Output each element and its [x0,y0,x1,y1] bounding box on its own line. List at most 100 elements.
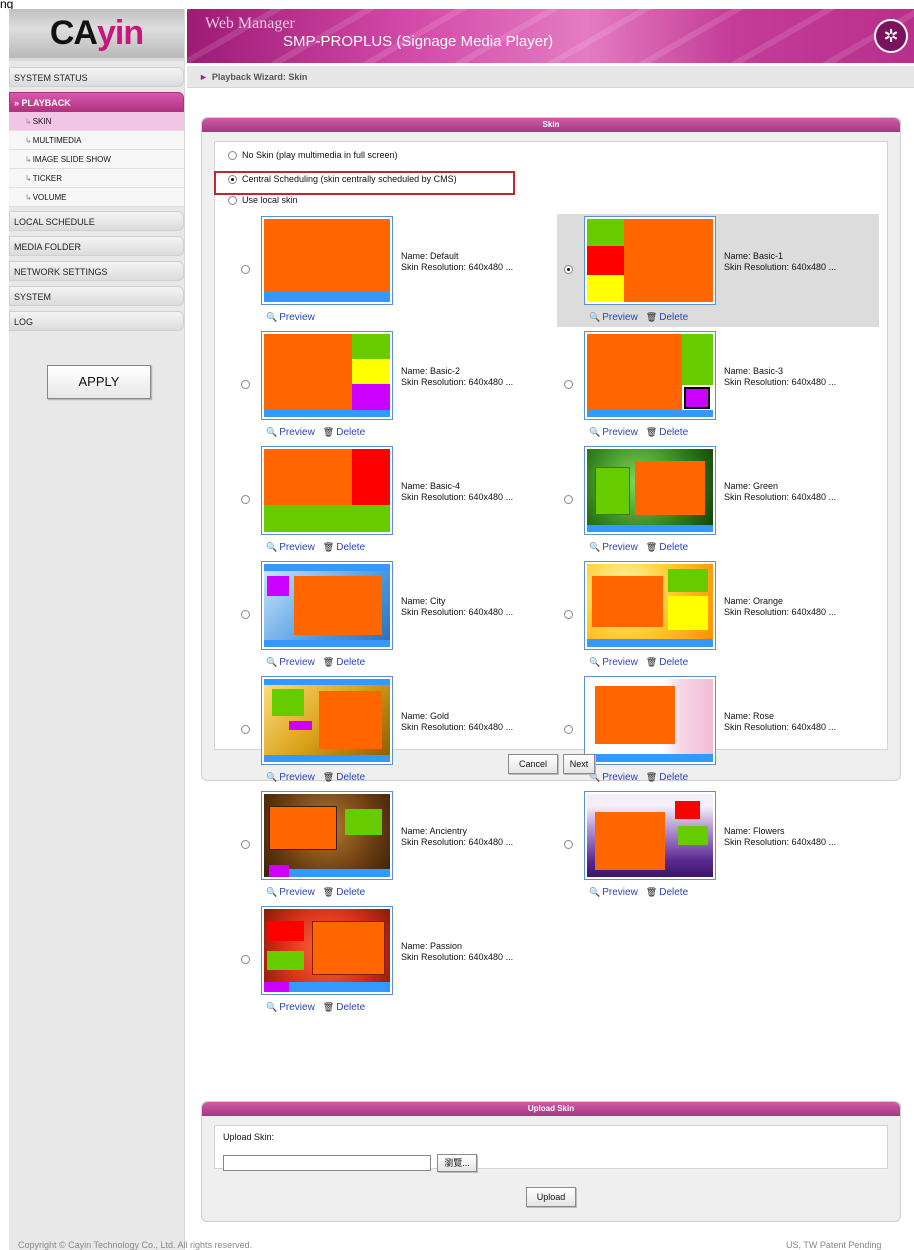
skin-info: Name: Basic-2 Skin Resolution: 640x480 .… [401,366,513,388]
sidebar-item-media-folder[interactable]: MEDIA FOLDER [9,236,184,256]
preview-link[interactable]: Preview [279,542,315,553]
skin-radio[interactable] [564,610,573,619]
skin-thumbnail[interactable] [261,561,393,650]
delete-link[interactable]: Delete [336,1002,365,1013]
delete-link[interactable]: Delete [336,542,365,553]
option-local-skin[interactable]: Use local skin [228,195,298,205]
skin-name-prefix: Name: [724,711,751,721]
skin-name-prefix: Name: [724,251,751,261]
preview-link[interactable]: Preview [602,542,638,553]
skin-resolution: Skin Resolution: 640x480 ... [724,492,837,502]
breadcrumb-arrow-icon: ► [199,72,208,82]
skin-thumbnail[interactable] [261,331,393,420]
skin-thumbnail[interactable] [261,446,393,535]
sidebar-sub-ticker[interactable]: ↳TICKER [9,169,184,188]
sidebar-sub-image-slide-show[interactable]: ↳IMAGE SLIDE SHOW [9,150,184,169]
trash-icon: 🗑 [645,542,658,552]
preview-icon: 🔍 [589,657,601,667]
header-banner: Web Manager SMP-PROPLUS (Signage Media P… [187,9,914,63]
skin-radio[interactable] [564,495,573,504]
preview-link[interactable]: Preview [279,312,315,323]
skin-thumbnail[interactable] [584,791,716,880]
delete-link[interactable]: Delete [336,887,365,898]
delete-link[interactable]: Delete [659,542,688,553]
preview-link[interactable]: Preview [279,427,315,438]
sidebar-sub-skin[interactable]: ↳SKIN [9,112,184,131]
skin-radio[interactable] [241,380,250,389]
skin-name: Green [753,481,779,491]
sidebar-item-network-settings[interactable]: NETWORK SETTINGS [9,261,184,281]
option-no-skin[interactable]: No Skin (play multimedia in full screen) [228,150,398,160]
sidebar-item-log[interactable]: LOG [9,311,184,331]
skin-thumbnail[interactable] [584,446,716,535]
skin-thumbnail[interactable] [261,216,393,305]
skin-actions: 🔍 Preview 🗑 Delete [266,542,365,553]
skin-actions: 🔍 Preview 🗑 Delete [589,772,688,783]
sidebar-sub-volume[interactable]: ↳VOLUME [9,188,184,207]
preview-link[interactable]: Preview [279,1002,315,1013]
skin-radio[interactable] [564,840,573,849]
skin-name: Basic-1 [753,251,784,261]
delete-link[interactable]: Delete [659,312,688,323]
skin-radio[interactable] [241,840,250,849]
preview-icon: 🔍 [266,542,278,552]
delete-link[interactable]: Delete [659,657,688,668]
sidebar-sub-multimedia[interactable]: ↳MULTIMEDIA [9,131,184,150]
skin-panel-title: Skin [202,118,900,132]
breadcrumb: ► Playback Wizard: Skin [187,66,914,88]
skin-name-prefix: Name: [724,366,751,376]
no-skin-radio[interactable] [228,150,237,160]
upload-file-input[interactable] [223,1155,431,1171]
cancel-button[interactable]: Cancel [508,754,558,774]
skin-radio[interactable] [241,955,250,964]
sidebar-item-system[interactable]: SYSTEM [9,286,184,306]
preview-link[interactable]: Preview [279,772,315,783]
skin-thumbnail[interactable] [584,216,716,305]
preview-link[interactable]: Preview [602,427,638,438]
apply-button[interactable]: APPLY [47,365,151,399]
delete-link[interactable]: Delete [336,772,365,783]
skin-radio[interactable] [241,725,250,734]
skin-radio[interactable] [564,265,573,274]
sidebar-item-system-status[interactable]: SYSTEM STATUS [9,67,184,87]
sub-arrow-icon: ↳ [25,136,32,145]
skin-radio[interactable] [241,495,250,504]
upload-button[interactable]: Upload [526,1187,576,1207]
skin-radio[interactable] [241,265,250,274]
skin-radio[interactable] [241,610,250,619]
skin-thumbnail[interactable] [261,676,393,765]
delete-link[interactable]: Delete [336,427,365,438]
delete-link[interactable]: Delete [659,772,688,783]
skin-thumbnail[interactable] [584,676,716,765]
local-skin-radio[interactable] [228,195,237,205]
preview-link[interactable]: Preview [279,887,315,898]
skin-info: Name: Gold Skin Resolution: 640x480 ... [401,711,513,733]
skin-thumbnail[interactable] [261,906,393,995]
central-scheduling-radio[interactable] [228,174,237,184]
next-button[interactable]: Next [563,754,595,774]
skin-resolution: Skin Resolution: 640x480 ... [401,722,514,732]
skin-thumbnail[interactable] [584,561,716,650]
preview-icon: 🔍 [589,427,601,437]
logout-emblem-icon[interactable]: ✲ [874,19,908,53]
preview-icon: 🔍 [266,772,278,782]
preview-link[interactable]: Preview [602,312,638,323]
delete-link[interactable]: Delete [659,427,688,438]
delete-link[interactable]: Delete [659,887,688,898]
skin-radio[interactable] [564,380,573,389]
skin-name-prefix: Name: [724,826,751,836]
skin-thumbnail[interactable] [261,791,393,880]
preview-link[interactable]: Preview [602,657,638,668]
sidebar-item-local-schedule[interactable]: LOCAL SCHEDULE [9,211,184,231]
skin-actions: 🔍 Preview [266,312,315,323]
delete-link[interactable]: Delete [336,657,365,668]
preview-link[interactable]: Preview [279,657,315,668]
skin-thumbnail[interactable] [584,331,716,420]
sidebar-item-playback[interactable]: » PLAYBACK [9,92,184,112]
preview-link[interactable]: Preview [602,772,638,783]
browse-button[interactable]: 瀏覽... [437,1154,477,1172]
skin-radio[interactable] [564,725,573,734]
copyright-text: Copyright © Cayin Technology Co., Ltd. A… [18,1240,253,1250]
preview-link[interactable]: Preview [602,887,638,898]
option-central-scheduling[interactable]: Central Scheduling (skin centrally sched… [228,174,457,184]
